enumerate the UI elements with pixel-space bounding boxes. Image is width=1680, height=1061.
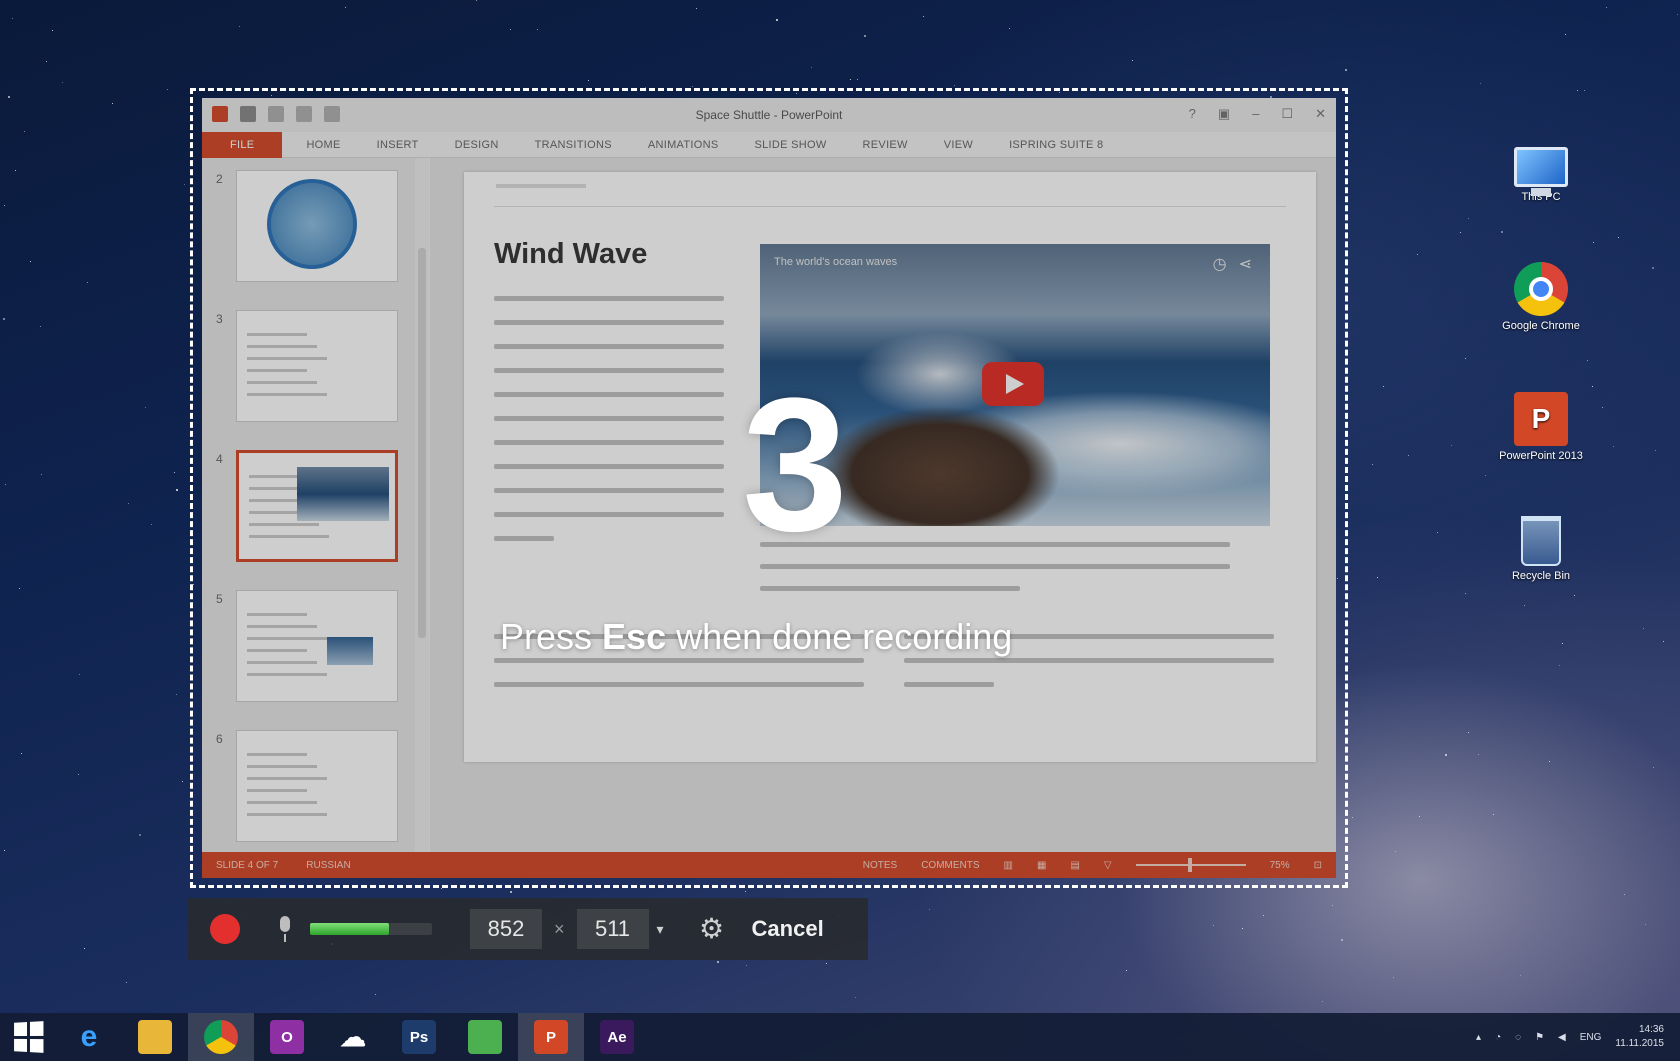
hint-suffix: when done recording [666, 616, 1013, 657]
show-hidden-icons-icon[interactable]: ▴ [1476, 1032, 1481, 1043]
dimension-separator: × [554, 918, 565, 939]
taskbar: e O ☁ Ps P Ae ▴ ◔ ◌ ⚑ ◀ ENG 14:36 11.11.2015 [0, 1013, 1680, 1061]
onenote-icon: O [270, 1020, 304, 1054]
desktop-icon-recycle-bin[interactable]: Recycle Bin [1496, 516, 1586, 583]
taskbar-app-onedrive[interactable]: ☁ [320, 1013, 386, 1061]
recorder-toolbar: 852 × 511 ▾ ⚙ Cancel [188, 898, 868, 960]
taskbar-app-powerpoint[interactable]: P [518, 1013, 584, 1061]
record-button[interactable] [210, 914, 240, 944]
hint-key: Esc [602, 616, 667, 657]
taskbar-app-google-chrome[interactable] [188, 1013, 254, 1061]
desktop-icon-powerpoint[interactable]: P PowerPoint 2013 [1496, 392, 1586, 463]
volume-icon[interactable]: ◀ [1558, 1032, 1566, 1043]
google-chrome-icon [204, 1020, 238, 1054]
taskbar-app-onenote[interactable]: O [254, 1013, 320, 1061]
powerpoint-icon: P [1514, 392, 1568, 446]
hint-prefix: Press [500, 616, 603, 657]
recycle-bin-icon [1521, 516, 1561, 566]
taskbar-app-photoshop[interactable]: Ps [386, 1013, 452, 1061]
desktop-icon-label: PowerPoint 2013 [1499, 450, 1583, 462]
system-tray: ▴ ◔ ◌ ⚑ ◀ ENG 14:36 11.11.2015 [1476, 1023, 1680, 1051]
start-button[interactable] [0, 1013, 56, 1061]
adobe-media-encoder-icon: Ae [600, 1020, 634, 1054]
chrome-icon [1514, 262, 1568, 316]
mic-level-fill [310, 923, 390, 935]
clock-time: 14:36 [1638, 1024, 1664, 1035]
microphone-icon[interactable] [274, 914, 296, 944]
file-explorer-icon [138, 1020, 172, 1054]
network-icon[interactable]: ◔ [1495, 1032, 1501, 1043]
maps-icon [468, 1020, 502, 1054]
recording-hint: Press Esc when done recording [500, 616, 1012, 658]
taskbar-app-maps[interactable] [452, 1013, 518, 1061]
taskbar-app-adobe-media-encoder[interactable]: Ae [584, 1013, 650, 1061]
clock[interactable]: 14:36 11.11.2015 [1615, 1023, 1664, 1051]
clock-date: 11.11.2015 [1615, 1038, 1664, 1049]
onedrive-icon: ☁ [340, 1021, 366, 1052]
internet-explorer-icon: e [80, 1020, 98, 1053]
desktop-icon-label: Recycle Bin [1511, 570, 1571, 582]
taskbar-app-file-explorer[interactable] [122, 1013, 188, 1061]
flag-icon[interactable]: ⚑ [1535, 1032, 1544, 1043]
width-input[interactable]: 852 [470, 909, 542, 949]
size-presets-dropdown-icon[interactable]: ▾ [657, 921, 664, 938]
height-input[interactable]: 511 [576, 909, 649, 949]
desktop-icon-chrome[interactable]: Google Chrome [1496, 262, 1586, 333]
settings-gear-icon[interactable]: ⚙ [698, 915, 726, 943]
input-language[interactable]: ENG [1580, 1032, 1602, 1043]
photoshop-icon: Ps [402, 1020, 436, 1054]
countdown-number: 3 [742, 359, 848, 571]
desktop-icon-label: Google Chrome [1502, 320, 1580, 332]
this-pc-icon [1514, 147, 1568, 196]
mic-level-meter [310, 923, 432, 935]
powerpoint-icon: P [534, 1020, 568, 1054]
desktop-icon-this-pc[interactable]: This PC [1496, 140, 1586, 204]
taskbar-app-internet-explorer[interactable]: e [56, 1013, 122, 1061]
windows-logo-icon [14, 1021, 44, 1053]
sync-icon[interactable]: ◌ [1515, 1032, 1521, 1043]
cancel-button[interactable]: Cancel [752, 916, 824, 942]
